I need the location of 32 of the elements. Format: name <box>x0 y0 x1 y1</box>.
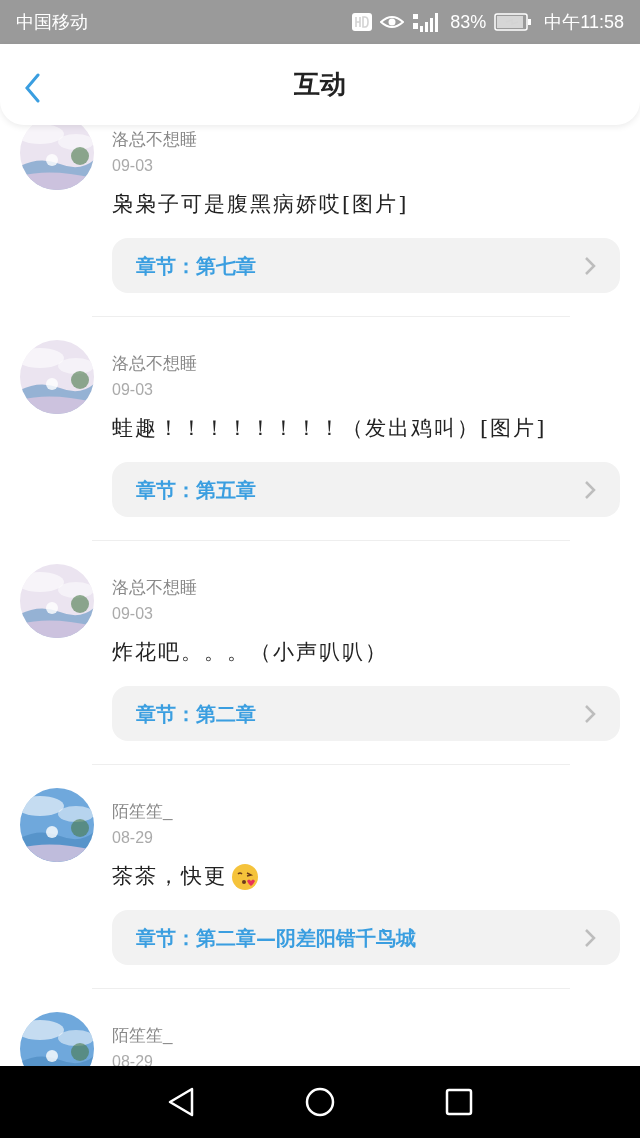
chevron-right-icon <box>584 479 596 500</box>
user-name: 陌笙笙_ <box>112 801 173 823</box>
battery-charging-icon <box>494 13 533 31</box>
user-name: 洛总不想睡 <box>112 129 197 151</box>
chevron-right-icon <box>584 703 596 724</box>
chevron-right-icon <box>584 927 596 948</box>
clock-time: 中午11:58 <box>544 10 624 34</box>
user-name: 陌笙笙_ <box>112 1025 173 1047</box>
back-icon <box>24 73 40 103</box>
eye-icon <box>380 14 405 30</box>
comment-date: 09-03 <box>112 156 153 176</box>
user-name: 洛总不想睡 <box>112 577 197 599</box>
home-icon[interactable] <box>305 1087 335 1117</box>
comment-date: 09-03 <box>112 380 153 400</box>
comment-text: 枭枭子可是腹黑病娇哎[图片] <box>112 191 409 219</box>
chapter-link[interactable]: 章节：第二章—阴差阳错千鸟城 <box>112 910 620 965</box>
user-name: 洛总不想睡 <box>112 353 197 375</box>
chevron-right-icon <box>584 255 596 276</box>
comment-date: 08-29 <box>112 828 153 848</box>
comment-text: 茶茶，快更 <box>112 863 227 891</box>
hd-icon <box>352 13 373 31</box>
battery-percent: 83% <box>450 10 487 34</box>
recent-apps-icon[interactable] <box>445 1088 473 1116</box>
page-title: 互动 <box>294 68 346 101</box>
back-nav-icon[interactable] <box>167 1087 195 1117</box>
chapter-link[interactable]: 章节：第二章 <box>112 686 620 741</box>
chapter-link[interactable]: 章节：第五章 <box>112 462 620 517</box>
comment-text: 蛙趣！！！！！！！！（发出鸡叫）[图片] <box>112 415 547 443</box>
comment-text: 炸花吧。。。（小声叭叭） <box>112 639 388 667</box>
chapter-link[interactable]: 章节：第七章 <box>112 238 620 293</box>
carrier-name: 中国移动 <box>16 10 88 34</box>
comment-date: 09-03 <box>112 604 153 624</box>
